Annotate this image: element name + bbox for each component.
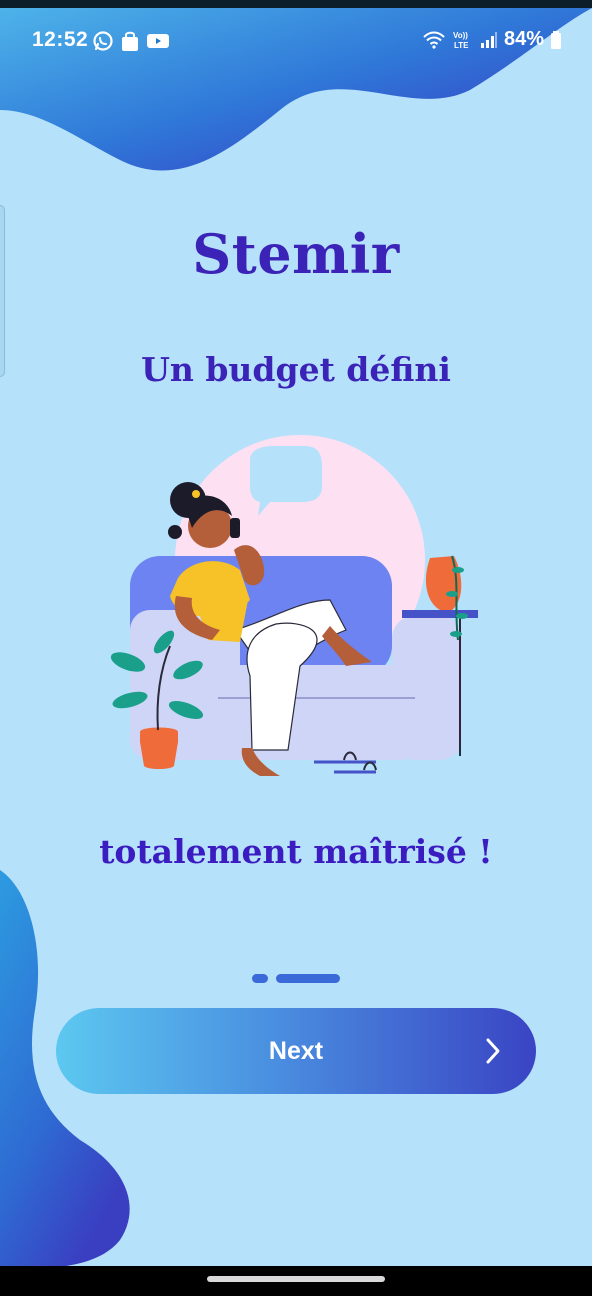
page-dot-2-active[interactable]: [276, 974, 340, 983]
next-button-label: Next: [268, 1036, 324, 1065]
shopping-bag-icon: [122, 31, 138, 51]
battery-icon: [551, 30, 561, 49]
app-title: Stemir: [192, 222, 400, 286]
status-bar-edge: [0, 0, 592, 8]
status-bar: 12:52 Vo)) LTE 84%: [0, 0, 592, 70]
onboarding-screen: 12:52 Vo)) LTE 84% Stemir Un budget défi…: [0, 0, 592, 1296]
youtube-icon: [147, 34, 169, 48]
woman-on-sofa-illustration: [110, 435, 478, 776]
status-time: 12:52: [32, 28, 89, 51]
page-indicator: [252, 974, 340, 983]
system-status-icons: Vo)) LTE 84%: [422, 28, 562, 51]
whatsapp-icon: [93, 31, 113, 51]
volte-icon: Vo)) LTE: [453, 31, 469, 50]
signal-icon: [480, 31, 497, 48]
onboarding-caption: totalement maîtrisé !: [99, 832, 493, 871]
wifi-icon: [423, 31, 445, 49]
next-button[interactable]: Next: [56, 1008, 536, 1094]
notification-icons: [92, 30, 170, 52]
svg-text:LTE: LTE: [454, 41, 469, 50]
battery-percentage: 84%: [503, 28, 544, 50]
svg-text:Vo)): Vo)): [453, 31, 468, 40]
page-dot-1[interactable]: [252, 974, 268, 983]
home-gesture-handle[interactable]: [207, 1276, 385, 1282]
onboarding-subtitle: Un budget défini: [141, 350, 451, 389]
system-navigation-bar: [0, 1266, 592, 1296]
chevron-right-icon: [486, 1038, 500, 1064]
